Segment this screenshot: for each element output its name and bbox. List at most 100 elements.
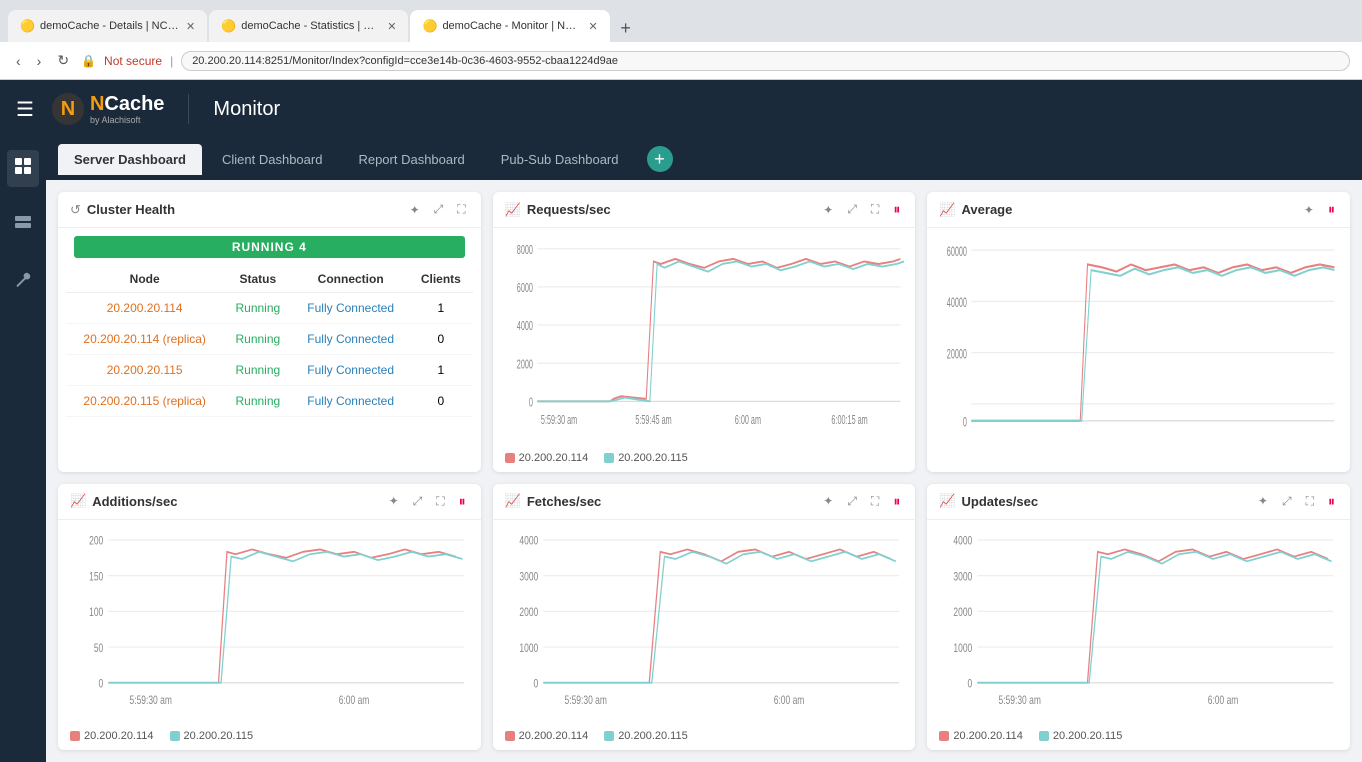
svg-text:6:00 am: 6:00 am	[773, 694, 804, 707]
requests-legend-1: 20.200.20.114	[505, 452, 589, 464]
updates-legend-dot-1	[939, 731, 949, 741]
dashboard: ↺ Cluster Health ✦ ⤢ ⛶ RUNNING 4	[46, 180, 1362, 762]
additions-actions: ✦ ⤢ ⛶ ⏸	[386, 492, 469, 511]
tab-server-dashboard[interactable]: Server Dashboard	[58, 144, 202, 175]
cluster-health-header: ↺ Cluster Health ✦ ⤢ ⛶	[58, 192, 481, 228]
tab-statistics[interactable]: 🟡 demoCache - Statistics | NCache ✕	[209, 10, 408, 42]
address-bar: ‹ › ↻ 🔒 Not secure |	[0, 42, 1362, 80]
additions-legend-dot-1	[70, 731, 80, 741]
updates-fullscreen-btn[interactable]: ⛶	[1303, 493, 1317, 510]
tab-label-3: demoCache - Monitor | NCache	[442, 20, 582, 32]
sidebar-item-tools[interactable]	[7, 264, 39, 301]
table-row: 20.200.20.115 Running Fully Connected 1	[66, 355, 473, 386]
svg-text:20000: 20000	[947, 347, 967, 362]
tab-favicon-3: 🟡	[422, 19, 436, 33]
average-header: 📈 Average ✦ ⏸	[927, 192, 1350, 228]
new-tab-button[interactable]: +	[612, 14, 640, 42]
fetches-chart-svg: 4000 3000 2000 1000 0 5:59:30 am 6:00 am	[501, 528, 908, 719]
tab-label-2: demoCache - Statistics | NCache	[241, 20, 381, 32]
tab-monitor[interactable]: 🟡 demoCache - Monitor | NCache ✕	[410, 10, 609, 42]
back-button[interactable]: ‹	[12, 51, 25, 71]
fetches-panel: 📈 Fetches/sec ✦ ⤢ ⛶ ⏸	[493, 484, 916, 751]
requests-icon: 📈	[505, 202, 521, 218]
svg-text:1000: 1000	[519, 642, 538, 655]
tab-report-dashboard[interactable]: Report Dashboard	[342, 144, 480, 175]
updates-panel: 📈 Updates/sec ✦ ⤢ ⛶ ⏸	[927, 484, 1350, 751]
fetches-pause-btn[interactable]: ⏸	[890, 492, 903, 511]
requests-actions: ✦ ⤢ ⛶ ⏸	[820, 200, 903, 219]
additions-fullscreen-btn[interactable]: ⛶	[433, 493, 447, 510]
additions-legend: 20.200.20.114 20.200.20.115	[58, 726, 481, 750]
cluster-health-panel: ↺ Cluster Health ✦ ⤢ ⛶ RUNNING 4	[58, 192, 481, 472]
svg-text:5:59:30 am: 5:59:30 am	[541, 414, 577, 428]
fetches-expand-btn[interactable]: ⤢	[844, 493, 860, 510]
tab-pubsub-dashboard[interactable]: Pub-Sub Dashboard	[485, 144, 635, 175]
additions-chart-svg: 200 150 100 50 0 5:59:30 am 6:00 am	[66, 528, 473, 719]
add-dashboard-button[interactable]: +	[647, 146, 673, 172]
tab-close-1[interactable]: ✕	[186, 20, 195, 33]
additions-expand-btn[interactable]: ⤢	[410, 493, 426, 510]
cluster-pin-btn[interactable]: ✦	[407, 202, 423, 218]
svg-text:50: 50	[94, 642, 104, 655]
tab-close-2[interactable]: ✕	[387, 20, 396, 33]
updates-title: Updates/sec	[962, 494, 1249, 509]
node-link[interactable]: 20.200.20.115	[107, 363, 183, 377]
svg-text:1000: 1000	[954, 642, 973, 655]
security-warning: Not secure	[104, 54, 162, 68]
average-pause-btn[interactable]: ⏸	[1325, 200, 1338, 219]
requests-expand-btn[interactable]: ⤢	[844, 201, 860, 218]
updates-pause-btn[interactable]: ⏸	[1325, 492, 1338, 511]
svg-text:0: 0	[963, 415, 967, 430]
sidebar-item-dashboard[interactable]	[7, 150, 39, 187]
tab-client-dashboard[interactable]: Client Dashboard	[206, 144, 338, 175]
requests-legend-dot-1	[505, 453, 515, 463]
requests-pin-btn[interactable]: ✦	[820, 202, 836, 218]
fetches-header: 📈 Fetches/sec ✦ ⤢ ⛶ ⏸	[493, 484, 916, 520]
svg-text:5:59:30 am: 5:59:30 am	[564, 694, 606, 707]
average-chart-area: 60000 40000 20000 0	[927, 228, 1350, 472]
requests-legend-dot-2	[604, 453, 614, 463]
node-link[interactable]: 20.200.20.114 (replica)	[83, 332, 206, 346]
requests-title: Requests/sec	[527, 202, 814, 217]
updates-pin-btn[interactable]: ✦	[1255, 493, 1271, 509]
tab-details[interactable]: 🟡 demoCache - Details | NCache ✕	[8, 10, 207, 42]
additions-pause-btn[interactable]: ⏸	[456, 492, 469, 511]
svg-text:2000: 2000	[954, 606, 973, 619]
reload-button[interactable]: ↻	[53, 50, 73, 71]
hamburger-menu[interactable]: ☰	[16, 97, 34, 122]
fetches-chart-area: 4000 3000 2000 1000 0 5:59:30 am 6:00 am	[493, 520, 916, 727]
node-link[interactable]: 20.200.20.114	[107, 301, 183, 315]
page: Server Dashboard Client Dashboard Report…	[46, 138, 1362, 762]
updates-actions: ✦ ⤢ ⛶ ⏸	[1255, 492, 1338, 511]
updates-legend-1: 20.200.20.114	[939, 730, 1023, 742]
svg-text:60000: 60000	[947, 245, 967, 260]
requests-fullscreen-btn[interactable]: ⛶	[868, 201, 882, 218]
requests-legend: 20.200.20.114 20.200.20.115	[493, 448, 916, 472]
table-row: 20.200.20.115 (replica) Running Fully Co…	[66, 386, 473, 417]
updates-expand-btn[interactable]: ⤢	[1279, 493, 1295, 510]
svg-text:100: 100	[89, 606, 103, 619]
address-input[interactable]	[181, 51, 1350, 71]
logo-n: N	[90, 93, 104, 115]
status-cell: Running	[235, 332, 280, 346]
additions-pin-btn[interactable]: ✦	[386, 493, 402, 509]
fetches-legend-2: 20.200.20.115	[604, 730, 688, 742]
logo-divider	[188, 94, 189, 124]
fetches-fullscreen-btn[interactable]: ⛶	[868, 493, 882, 510]
node-link[interactable]: 20.200.20.115 (replica)	[83, 394, 206, 408]
cluster-expand-btn[interactable]: ⤢	[431, 201, 447, 218]
updates-header: 📈 Updates/sec ✦ ⤢ ⛶ ⏸	[927, 484, 1350, 520]
logo-text: NCache	[90, 93, 164, 115]
tab-close-3[interactable]: ✕	[588, 20, 597, 33]
tab-favicon-1: 🟡	[20, 19, 34, 33]
updates-legend-dot-2	[1039, 731, 1049, 741]
svg-text:6:00 am: 6:00 am	[339, 694, 370, 707]
fetches-pin-btn[interactable]: ✦	[820, 493, 836, 509]
requests-pause-btn[interactable]: ⏸	[890, 200, 903, 219]
additions-title: Additions/sec	[92, 494, 379, 509]
average-pin-btn[interactable]: ✦	[1301, 202, 1317, 218]
cluster-fullscreen-btn[interactable]: ⛶	[454, 201, 468, 218]
svg-text:4000: 4000	[954, 535, 973, 548]
forward-button[interactable]: ›	[33, 51, 46, 71]
sidebar-item-servers[interactable]	[7, 207, 39, 244]
